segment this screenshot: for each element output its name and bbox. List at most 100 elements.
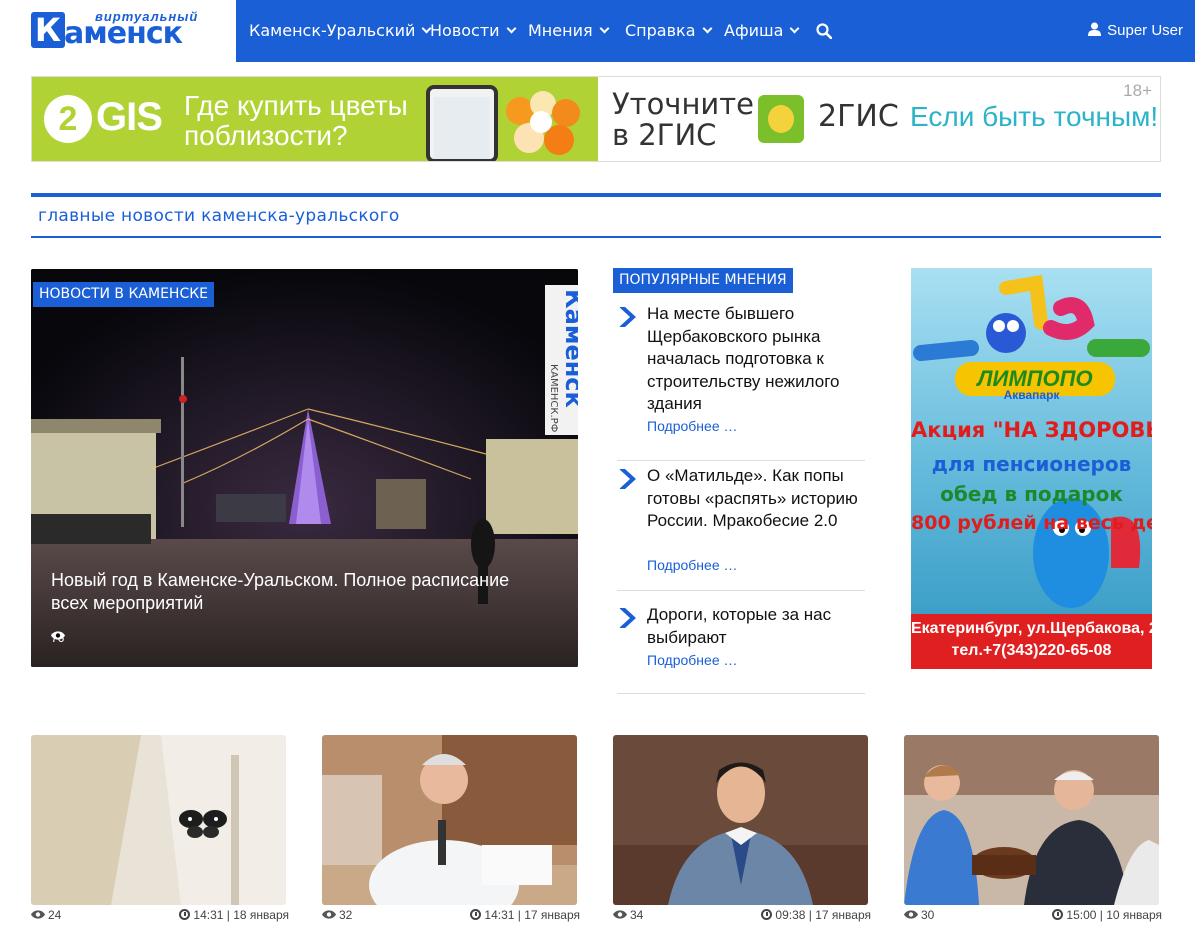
opinion-title[interactable]: О «Матильде». Как попы готовы «распять» … — [647, 465, 867, 533]
user-name: Super User — [1107, 22, 1183, 39]
user-menu[interactable]: Super User — [1088, 0, 1183, 62]
nav-afisha-label: Афиша — [724, 21, 784, 40]
chevron-down-icon — [702, 23, 712, 34]
card-views-count: 30 — [921, 908, 935, 922]
clock-icon — [1052, 909, 1064, 920]
chevron-right-icon — [619, 608, 636, 628]
card-timestamp: 14:31 | 18 января — [179, 908, 289, 922]
news-card-meta: 30 15:00 | 10 января — [904, 908, 1162, 922]
2gis-map-icon — [758, 95, 804, 143]
card-date: 18 января — [233, 908, 289, 922]
eye-icon — [31, 910, 45, 919]
featured-news-card[interactable]: НОВОСТИ В КАМЕНСКЕ Каменск КАМЕНСК.РФ Но… — [31, 269, 578, 667]
nav-news[interactable]: Новости — [430, 0, 517, 62]
eye-icon — [322, 910, 336, 919]
card-time: 15:00 — [1066, 908, 1097, 922]
news-card-meta: 34 09:38 | 17 января — [613, 908, 871, 922]
nav-opinions[interactable]: Мнения — [528, 0, 610, 62]
card-views-count: 34 — [630, 908, 644, 922]
search-icon[interactable] — [816, 23, 832, 39]
card-timestamp: 14:31 | 17 января — [470, 908, 580, 922]
chevron-down-icon — [790, 23, 800, 34]
eye-icon — [51, 631, 65, 640]
card-views-count: 24 — [48, 908, 62, 922]
nav-reference-label: Справка — [625, 21, 696, 40]
aquapark-label: Аквапарк — [1003, 388, 1060, 402]
section-divider-bottom — [31, 236, 1161, 238]
logo-letter-box: К — [31, 12, 65, 48]
card-timestamp: 09:38 | 17 января — [761, 908, 871, 922]
chevron-down-icon — [599, 23, 610, 34]
nav-afisha[interactable]: Афиша — [724, 0, 800, 62]
ad-promo-title: Акция "НА ЗДОРОВЬЕ" — [911, 418, 1152, 442]
birthday-photo — [904, 735, 1159, 905]
nav-reference[interactable]: Справка — [625, 0, 712, 62]
opinion-title[interactable]: На месте бывшего Щербаковского рынка нач… — [647, 303, 867, 416]
age-rating: 18+ — [1123, 81, 1152, 100]
gis-logo-circle: 2 — [44, 95, 92, 143]
card-time: 14:31 — [484, 908, 515, 922]
nav-kamensk[interactable]: Каменск-Уральский — [249, 0, 432, 62]
news-card[interactable] — [322, 735, 577, 905]
site-logo[interactable]: К виртуальный аменск — [0, 0, 236, 62]
card-views: 32 — [322, 908, 352, 922]
official-photo — [322, 735, 577, 905]
news-card[interactable] — [31, 735, 286, 905]
nav-news-label: Новости — [430, 21, 500, 40]
card-views-count: 32 — [339, 908, 353, 922]
ad-phone: тел.+7(343)220-65-08 — [951, 642, 1112, 659]
watermark-letter: К — [560, 289, 578, 309]
card-time: 09:38 — [775, 908, 806, 922]
chevron-right-icon — [619, 307, 636, 327]
featured-views: 76 — [51, 631, 65, 645]
popular-opinions-badge[interactable]: ПОПУЛЯРНЫЕ МНЕНИЯ — [613, 268, 793, 293]
site-header: К виртуальный аменск Каменск-Уральский Н… — [0, 0, 1195, 62]
banner-question: Где купить цветы поблизости? — [184, 90, 408, 151]
waterpark-ad[interactable]: ЛИМПОПО Аквапарк Акция "НА ЗДОРОВЬЕ" для… — [911, 268, 1152, 669]
nav-opinions-label: Мнения — [528, 21, 593, 40]
logo-wordmark: аменск — [64, 16, 183, 51]
news-card[interactable] — [613, 735, 868, 905]
chevron-right-icon — [619, 469, 636, 489]
news-card-meta: 24 14:31 | 18 января — [31, 908, 289, 922]
card-views: 34 — [613, 908, 643, 922]
user-icon — [1088, 22, 1102, 36]
flowers-image — [500, 89, 586, 159]
kamensk-watermark: Каменск — [438, 289, 578, 408]
ad-promo-price: 800 рублей на весь день — [911, 512, 1152, 534]
gis-logo-text: GIS — [96, 95, 163, 139]
banner-cta-text: Уточните в 2ГИС — [612, 87, 754, 152]
clock-icon — [761, 909, 773, 920]
news-card-meta: 32 14:31 | 17 января — [322, 908, 580, 922]
chevron-down-icon — [506, 23, 517, 34]
read-more-link[interactable]: Подробнее … — [647, 418, 738, 434]
card-date: 10 января — [1106, 908, 1162, 922]
card-views: 30 — [904, 908, 934, 922]
section-title[interactable]: главные новости каменска-уральского — [38, 206, 400, 226]
young-man-photo — [613, 735, 868, 905]
eye-icon — [613, 910, 627, 919]
card-views: 24 — [31, 908, 61, 922]
opinion-item[interactable]: О «Матильде». Как попы готовы «распять» … — [617, 465, 865, 591]
card-date: 17 января — [524, 908, 580, 922]
opinion-item[interactable]: На месте бывшего Щербаковского рынка нач… — [617, 303, 865, 461]
featured-news-title[interactable]: Новый год в Каменске-Уральском. Полное р… — [51, 569, 551, 615]
top-ad-banner[interactable]: 2 GIS Где купить цветы поблизости? Уточн… — [31, 76, 1161, 162]
opinion-title[interactable]: Дороги, которые за нас выбирают — [647, 604, 867, 649]
clock-icon — [470, 909, 482, 920]
clock-icon — [179, 909, 191, 920]
news-category-badge[interactable]: НОВОСТИ В КАМЕНСКЕ — [33, 282, 215, 307]
phone-map-image — [426, 85, 498, 161]
card-date: 17 января — [815, 908, 871, 922]
read-more-link[interactable]: Подробнее … — [647, 557, 738, 573]
main-nav: Каменск-Уральский Новости Мнения Справка… — [236, 0, 1195, 62]
watermark-word: аменск — [560, 308, 578, 408]
nav-kamensk-label: Каменск-Уральский — [249, 21, 416, 40]
ad-promo-gift: обед в подарок — [940, 482, 1123, 506]
ad-address: Екатеринбург, ул.Щербакова, 2 — [911, 620, 1152, 637]
read-more-link[interactable]: Подробнее … — [647, 652, 738, 668]
banner-left-panel: 2 GIS Где купить цветы поблизости? — [32, 77, 598, 161]
opinion-item[interactable]: Дороги, которые за нас выбирают Подробне… — [617, 604, 865, 694]
card-timestamp: 15:00 | 10 января — [1052, 908, 1162, 922]
news-card[interactable] — [904, 735, 1159, 905]
